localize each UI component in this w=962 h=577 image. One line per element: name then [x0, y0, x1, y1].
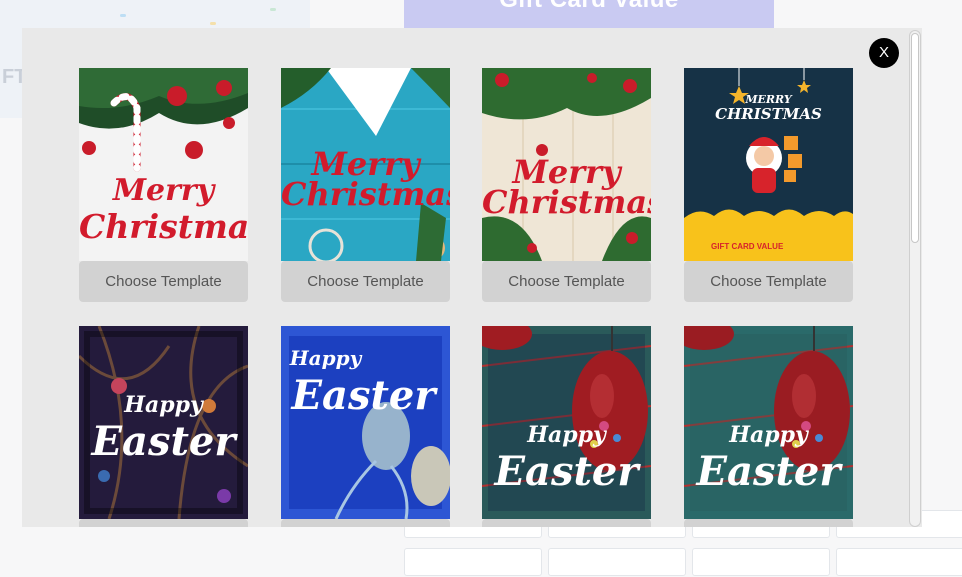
choose-template-button[interactable] — [482, 519, 651, 527]
template-card: Happy Easter — [79, 326, 248, 527]
template-title-line2: Christmas — [281, 175, 450, 213]
confetti-dot — [120, 14, 126, 17]
scrollbar-thumb[interactable] — [911, 33, 919, 243]
template-title-line2: CHRISTMAS — [715, 105, 822, 123]
background-cell — [404, 548, 542, 576]
template-card: Merry Christmas Choose Template — [482, 68, 651, 302]
gift-card-value-label: GIFT CARD VALUE — [711, 242, 784, 251]
confetti-dot — [270, 8, 276, 11]
modal-scrollbar[interactable] — [909, 30, 921, 527]
template-picker-modal: X Merry Christmas Choose Template — [22, 28, 922, 527]
template-title-line1: Happy — [289, 346, 362, 370]
template-thumbnail[interactable]: Merry Christmas — [281, 68, 450, 261]
template-card: Happy Easter — [281, 326, 450, 527]
template-thumbnail[interactable]: Happy Easter — [482, 326, 651, 519]
template-card: Merry Christmas Choose Template — [281, 68, 450, 302]
template-title-line1: MERRY — [745, 93, 792, 106]
template-title-line2: Easter — [291, 372, 436, 419]
template-thumbnail[interactable]: Merry Christmas — [79, 68, 248, 261]
template-title-line1: Happy — [527, 422, 606, 448]
confetti-dot — [210, 22, 216, 25]
template-card: Happy Easter — [684, 326, 853, 527]
background-cell — [692, 548, 830, 576]
template-title-line2: Easter — [696, 448, 841, 495]
template-thumbnail[interactable]: MERRY CHRISTMAS GIFT CARD VALUE — [684, 68, 853, 261]
template-card: Merry Christmas Choose Template — [79, 68, 248, 302]
choose-template-button[interactable]: Choose Template — [281, 261, 450, 302]
close-button[interactable]: X — [869, 38, 899, 68]
template-thumbnail[interactable]: Happy Easter — [79, 326, 248, 519]
choose-template-button[interactable]: Choose Template — [79, 261, 248, 302]
template-title-line1: Happy — [729, 422, 808, 448]
template-thumbnail[interactable]: Happy Easter — [281, 326, 450, 519]
template-title-line1: Happy — [124, 392, 203, 418]
choose-template-button[interactable] — [684, 519, 853, 527]
background-cell — [548, 548, 686, 576]
template-title-line1: Merry — [112, 173, 215, 208]
template-card: MERRY CHRISTMAS GIFT CARD VALUE Choose T… — [684, 68, 853, 302]
background-banner-text: Gift Card Value — [404, 0, 774, 14]
choose-template-button[interactable]: Choose Template — [482, 261, 651, 302]
choose-template-button[interactable] — [281, 519, 450, 527]
choose-template-button[interactable]: Choose Template — [684, 261, 853, 302]
choose-template-button[interactable] — [79, 519, 248, 527]
template-title-line2: Christmas — [482, 183, 651, 221]
background-gift-card-banner: Gift Card Value — [404, 0, 774, 28]
template-title-line2: Christmas — [79, 207, 248, 246]
template-title-line2: Easter — [91, 418, 236, 465]
template-title-line2: Easter — [494, 448, 639, 495]
template-thumbnail[interactable]: Merry Christmas — [482, 68, 651, 261]
template-card: Happy Easter — [482, 326, 651, 527]
template-thumbnail[interactable]: Happy Easter — [684, 326, 853, 519]
background-cell — [836, 548, 962, 576]
